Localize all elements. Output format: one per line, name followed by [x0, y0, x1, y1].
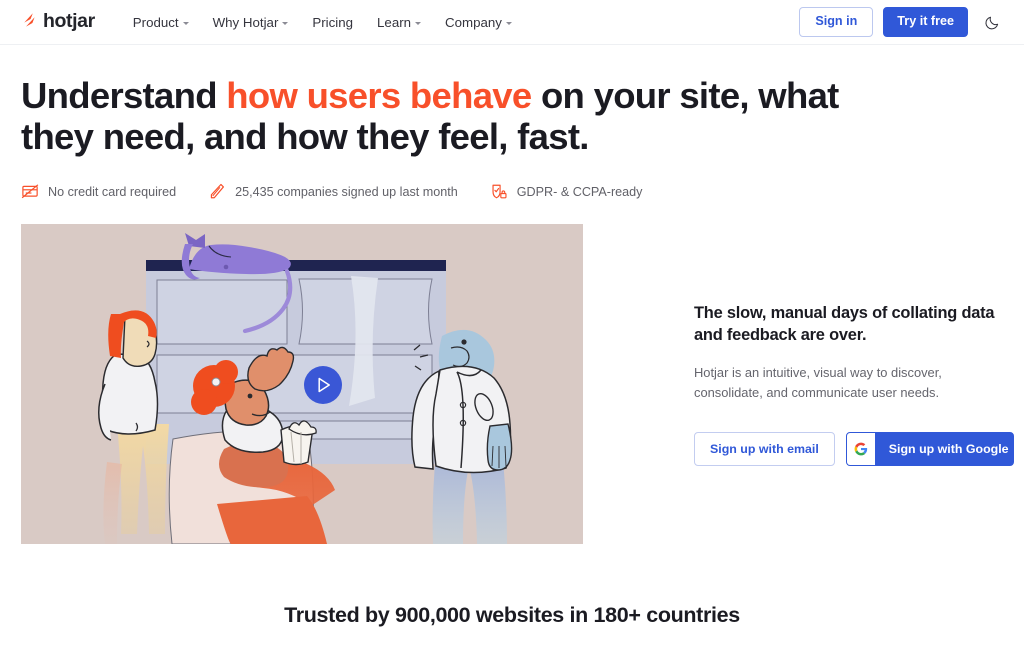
hero-main-columns: The slow, manual days of collating data … — [0, 224, 1024, 544]
main-nav: Product Why Hotjar Pricing Learn Company — [121, 9, 524, 36]
hotjar-bolt-icon — [21, 11, 38, 34]
nav-label: Product — [132, 14, 179, 30]
promo-column: The slow, manual days of collating data … — [694, 224, 1014, 467]
badge-label: No credit card required — [48, 184, 177, 199]
nav-item-learn[interactable]: Learn — [365, 9, 433, 36]
header-actions: Sign in Try it free — [799, 7, 1004, 37]
chevron-down-icon — [182, 21, 189, 25]
badge-companies-signed-up: 25,435 companies signed up last month — [208, 182, 458, 201]
illustration-artwork — [21, 224, 583, 544]
chevron-down-icon — [505, 21, 512, 25]
nav-label: Why Hotjar — [212, 14, 279, 30]
promo-cta-row: Sign up with email Sign up with Google — [694, 432, 1014, 467]
pen-icon — [208, 182, 227, 201]
moon-icon[interactable] — [982, 11, 1004, 33]
chevron-down-icon — [415, 21, 422, 25]
hero-section: Understand how users behave on your site… — [0, 75, 1024, 201]
trusted-by-heading: Trusted by 900,000 websites in 180+ coun… — [284, 603, 740, 627]
promo-heading: The slow, manual days of collating data … — [694, 304, 995, 344]
hero-illustration-video[interactable] — [21, 224, 583, 544]
nav-item-product[interactable]: Product — [121, 9, 201, 36]
sign-up-with-google-button[interactable]: Sign up with Google — [845, 432, 1014, 467]
headline-accent: how users behave — [226, 75, 532, 116]
promo-body: Hotjar is an intuitive, visual way to di… — [694, 365, 942, 400]
nav-item-company[interactable]: Company — [433, 9, 524, 36]
badge-gdpr-ccpa: GDPR- & CCPA-ready — [490, 182, 643, 201]
no-credit-card-icon — [21, 182, 40, 201]
chevron-down-icon — [282, 21, 289, 25]
badge-no-credit-card: No credit card required — [21, 182, 176, 201]
logo-text: hotjar — [43, 10, 95, 33]
hero-badges: No credit card required 25,435 companies… — [21, 182, 1003, 201]
nav-item-pricing[interactable]: Pricing — [300, 9, 365, 36]
try-it-free-button[interactable]: Try it free — [883, 7, 968, 37]
badge-label: 25,435 companies signed up last month — [235, 184, 458, 199]
page-title: Understand how users behave on your site… — [21, 75, 851, 157]
google-g-icon — [846, 433, 875, 466]
play-icon[interactable] — [304, 366, 342, 404]
nav-label: Learn — [377, 14, 412, 30]
nav-label: Company — [445, 14, 502, 30]
shield-lock-icon — [490, 182, 509, 201]
site-header: hotjar Product Why Hotjar Pricing Learn … — [0, 0, 1024, 45]
nav-label: Pricing — [312, 14, 354, 30]
badge-label: GDPR- & CCPA-ready — [516, 184, 643, 199]
sign-in-button[interactable]: Sign in — [799, 7, 874, 37]
hotjar-logo[interactable]: hotjar — [21, 11, 95, 34]
sign-up-with-google-label: Sign up with Google — [888, 442, 1009, 456]
sign-up-with-email-button[interactable]: Sign up with email — [694, 432, 835, 467]
nav-item-why-hotjar[interactable]: Why Hotjar — [201, 9, 301, 36]
headline-part-1: Understand — [21, 75, 227, 116]
